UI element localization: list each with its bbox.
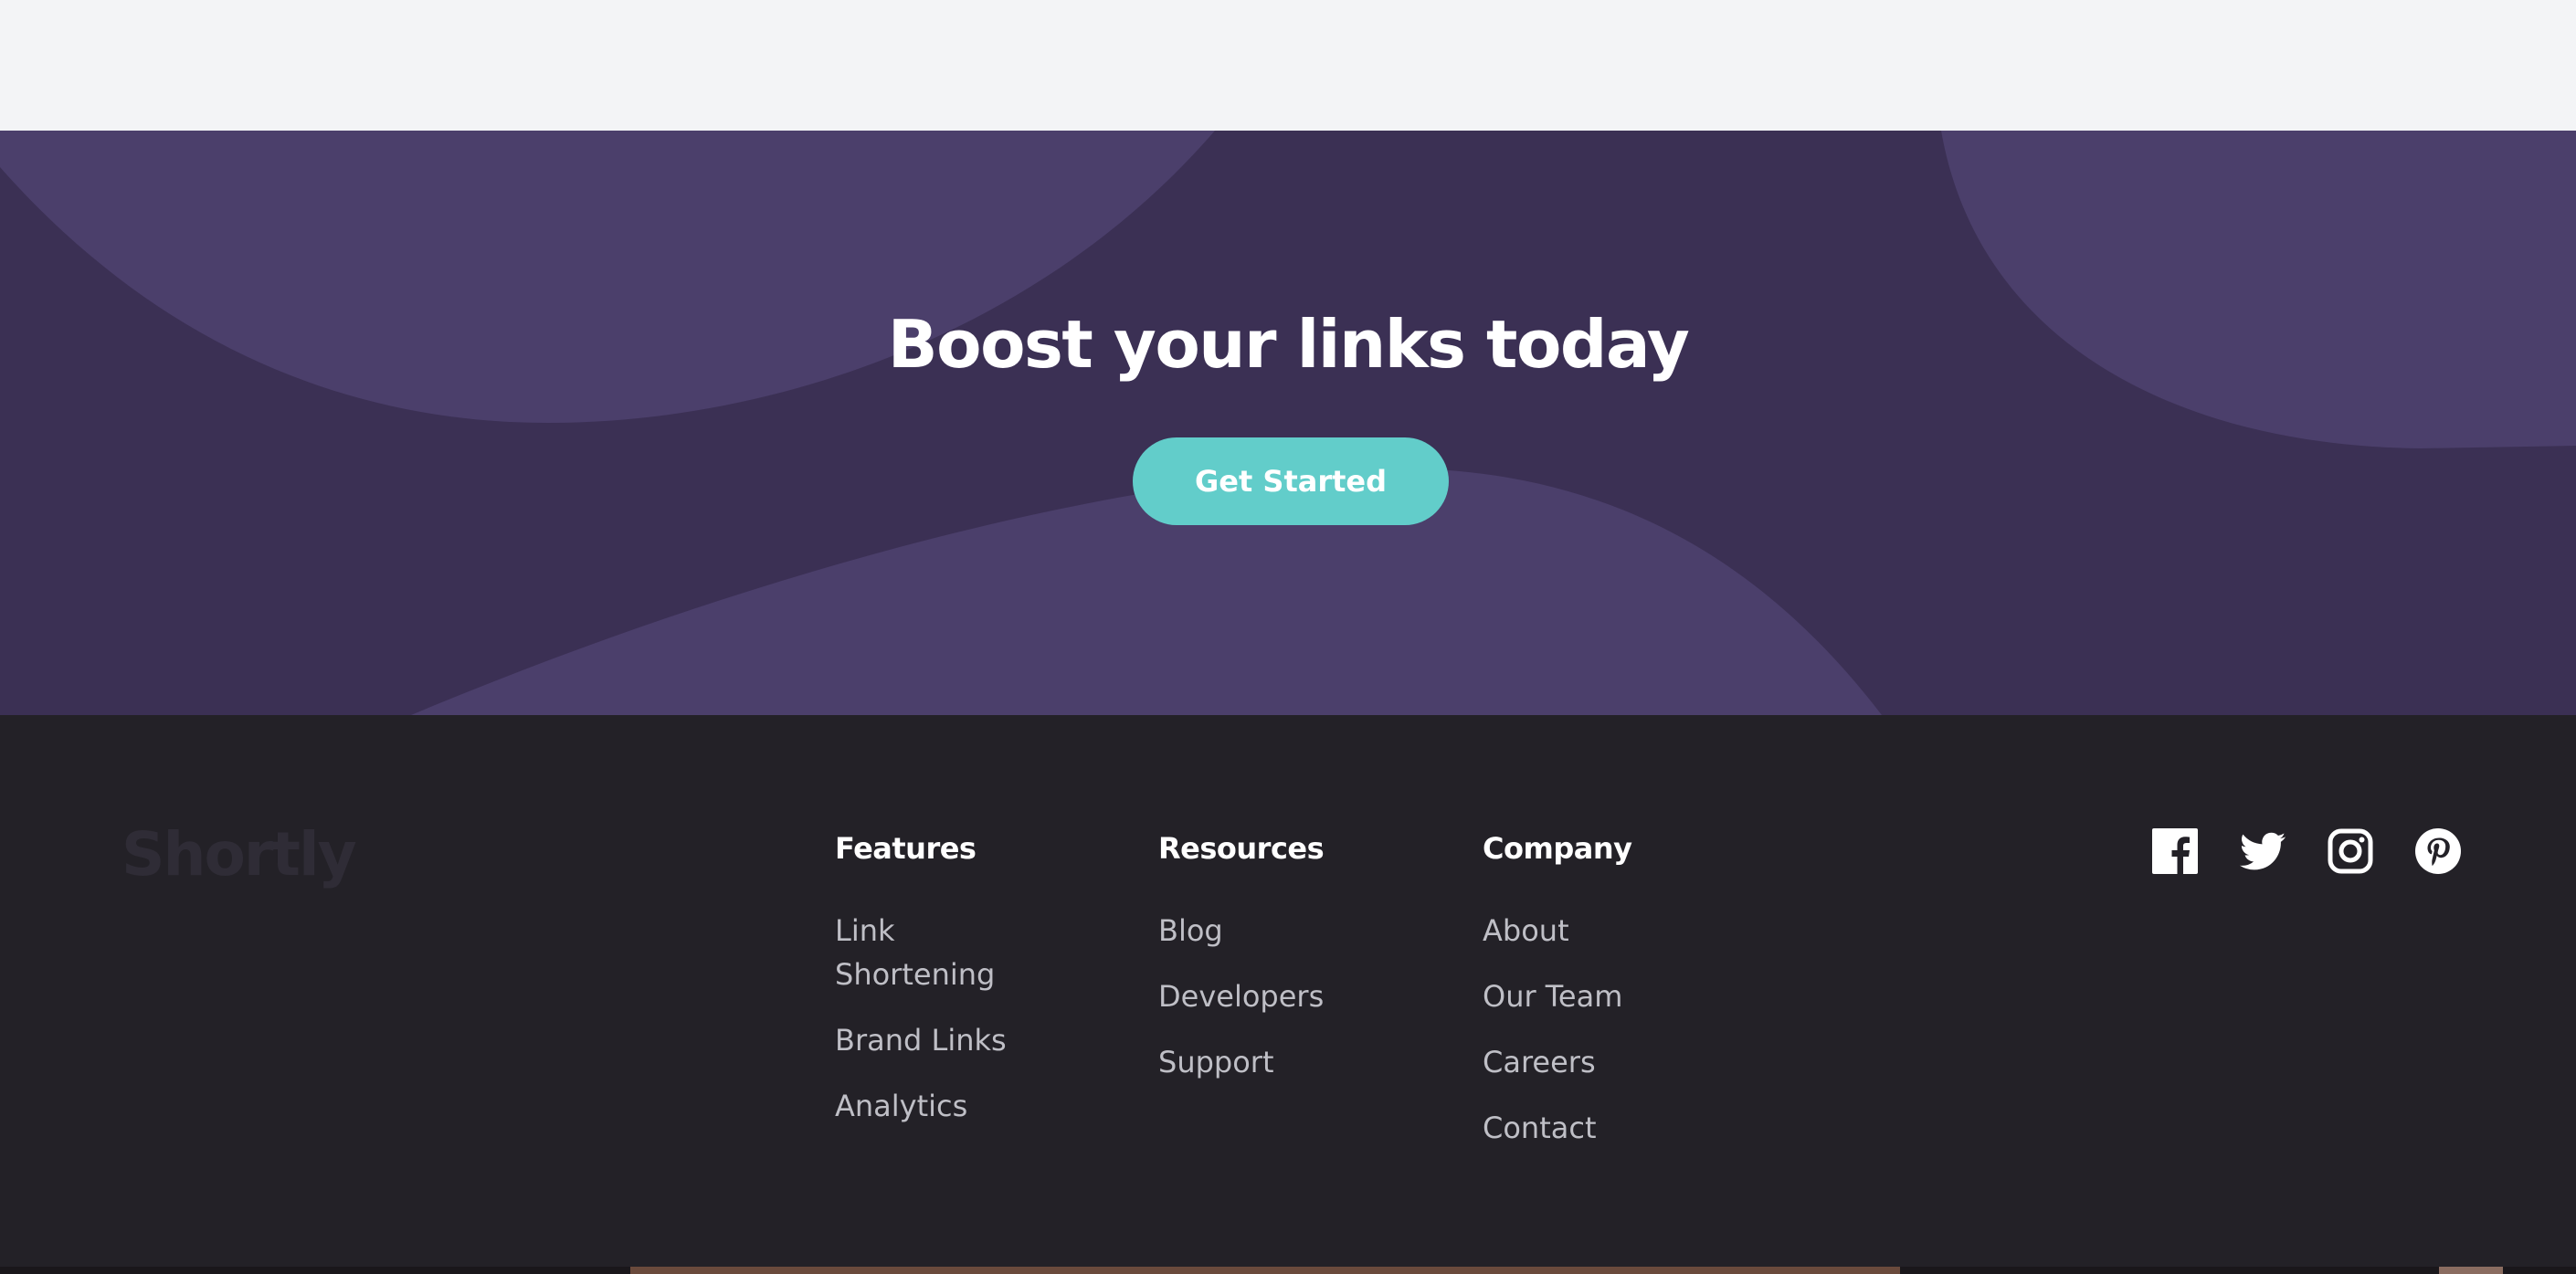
boost-title: Boost your links today: [887, 306, 1690, 383]
facebook-icon[interactable]: [2152, 828, 2198, 874]
footer-link-link-shortening[interactable]: Link Shortening: [835, 909, 1045, 996]
site-footer: Shortly Features Link Shortening Brand L…: [0, 715, 2576, 1274]
footer-column-company: Company About Our Team Careers Contact: [1483, 834, 1720, 1172]
footer-link-brand-links[interactable]: Brand Links: [835, 1018, 1045, 1062]
page-top-area: [0, 0, 2576, 131]
bottom-image-edge: [0, 1267, 2576, 1274]
footer-logo[interactable]: Shortly: [121, 825, 357, 885]
pinterest-icon[interactable]: [2415, 828, 2461, 874]
footer-link-analytics[interactable]: Analytics: [835, 1084, 1045, 1128]
footer-link-developers[interactable]: Developers: [1158, 974, 1396, 1018]
footer-column-resources: Resources Blog Developers Support: [1158, 834, 1396, 1106]
boost-background-shapes: [0, 131, 2576, 715]
footer-heading-features: Features: [835, 831, 977, 866]
footer-heading-resources: Resources: [1158, 831, 1325, 866]
footer-link-our-team[interactable]: Our Team: [1483, 974, 1720, 1018]
get-started-button[interactable]: Get Started: [1133, 437, 1449, 525]
instagram-icon[interactable]: [2328, 828, 2373, 874]
twitter-icon[interactable]: [2240, 828, 2286, 874]
footer-heading-company: Company: [1483, 831, 1632, 866]
footer-link-contact[interactable]: Contact: [1483, 1106, 1720, 1150]
footer-link-careers[interactable]: Careers: [1483, 1040, 1720, 1084]
footer-link-about[interactable]: About: [1483, 909, 1720, 953]
footer-column-features: Features Link Shortening Brand Links Ana…: [835, 834, 1045, 1150]
footer-link-blog[interactable]: Blog: [1158, 909, 1396, 953]
footer-link-support[interactable]: Support: [1158, 1040, 1396, 1084]
boost-section: Boost your links today Get Started: [0, 131, 2576, 715]
